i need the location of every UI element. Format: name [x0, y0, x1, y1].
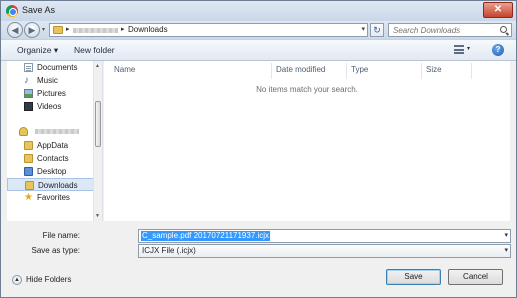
sidebar-item-appdata[interactable]: AppData: [7, 139, 94, 152]
new-folder-button[interactable]: New folder: [74, 45, 115, 55]
back-button[interactable]: ◀: [7, 22, 23, 38]
save-button[interactable]: Save: [386, 269, 441, 285]
column-header-type[interactable]: Type: [347, 63, 422, 79]
navigation-bar: ◀ ▶ ▾ ▸ ▸ Downloads ▾ ↻: [1, 21, 516, 39]
sidebar-item-pictures[interactable]: Pictures: [7, 87, 94, 100]
sidebar-item-contacts[interactable]: Contacts: [7, 152, 94, 165]
window-title: Save As: [22, 5, 56, 15]
desktop-icon: [24, 167, 33, 176]
column-header-size[interactable]: Size: [422, 63, 472, 79]
file-name-value[interactable]: C_sample.pdf 20170721171937.icjx: [141, 231, 271, 241]
chrome-app-icon: [6, 5, 18, 17]
column-header-date-modified[interactable]: Date modified: [272, 63, 347, 79]
close-button[interactable]: ✕: [483, 2, 513, 18]
dialog-footer: ▲ Hide Folders Save Cancel: [1, 263, 516, 297]
file-name-label: File name:: [42, 231, 80, 240]
navigation-pane: Documents ♪ Music Pictures Videos AppDat…: [7, 61, 103, 221]
search-icon[interactable]: [500, 26, 507, 33]
refresh-button[interactable]: ↻: [370, 23, 384, 37]
save-form: File name: C_sample.pdf 20170721171937.i…: [1, 221, 516, 261]
organize-button[interactable]: Organize ▾: [17, 45, 58, 56]
folder-icon: [24, 141, 33, 150]
redacted-breadcrumb[interactable]: [73, 28, 118, 33]
cancel-button[interactable]: Cancel: [448, 269, 503, 285]
redacted-username: [35, 129, 79, 134]
search-input[interactable]: [393, 24, 497, 36]
view-options-icon[interactable]: [454, 45, 464, 54]
empty-results-message: No items match your search.: [256, 85, 358, 94]
hide-folders-label[interactable]: Hide Folders: [26, 275, 71, 284]
file-list-pane[interactable]: Name Date modified Type Size No items ma…: [104, 61, 510, 221]
title-bar: Save As ✕: [1, 1, 516, 21]
collapse-icon[interactable]: ▲: [12, 275, 22, 285]
downloads-icon: [25, 181, 34, 190]
sidebar-item-music[interactable]: ♪ Music: [7, 74, 94, 87]
file-name-field[interactable]: C_sample.pdf 20170721171937.icjx ▾: [138, 229, 511, 243]
navigation-scrollbar[interactable]: ▲ ▼: [93, 61, 102, 221]
recent-locations-dropdown[interactable]: ▾: [42, 26, 49, 34]
scroll-up-icon[interactable]: ▲: [95, 63, 100, 69]
favorites-icon: ★: [24, 192, 33, 203]
forward-button[interactable]: ▶: [24, 22, 40, 38]
sidebar-item-videos[interactable]: Videos: [7, 100, 94, 113]
folder-icon: [53, 26, 63, 34]
breadcrumb-separator[interactable]: ▸: [121, 25, 125, 33]
document-icon: [24, 63, 33, 72]
view-dropdown-icon[interactable]: ▾: [467, 45, 470, 52]
videos-icon: [24, 102, 33, 111]
file-name-dropdown-icon[interactable]: ▾: [504, 231, 508, 239]
save-type-dropdown-icon[interactable]: ▾: [504, 245, 508, 257]
contacts-icon: [24, 154, 33, 163]
sidebar-item-downloads[interactable]: Downloads: [7, 178, 94, 191]
sidebar-item-favorites[interactable]: ★ Favorites: [7, 191, 94, 204]
save-as-dialog: Save As ✕ ◀ ▶ ▾ ▸ ▸ Downloads ▾ ↻ Organi…: [0, 0, 517, 298]
search-box[interactable]: [388, 23, 512, 37]
pictures-icon: [24, 89, 33, 98]
scrollbar-thumb[interactable]: [95, 101, 101, 147]
help-icon[interactable]: ?: [492, 44, 504, 56]
save-type-select[interactable]: ICJX File (.icjx) ▾: [138, 244, 511, 258]
breadcrumb-downloads[interactable]: Downloads: [128, 25, 168, 34]
command-toolbar: Organize ▾ New folder ▾ ?: [1, 39, 516, 61]
sidebar-item-user[interactable]: [7, 125, 94, 138]
save-type-label: Save as type:: [31, 246, 80, 255]
address-bar[interactable]: ▸ ▸ Downloads ▾: [49, 23, 368, 37]
breadcrumb-separator[interactable]: ▸: [66, 25, 70, 33]
save-type-value[interactable]: ICJX File (.icjx): [142, 246, 196, 255]
user-folder-icon: [19, 127, 28, 136]
sidebar-item-documents[interactable]: Documents: [7, 61, 94, 74]
sidebar-item-desktop[interactable]: Desktop: [7, 165, 94, 178]
column-header-name[interactable]: Name: [104, 63, 272, 79]
address-dropdown-icon[interactable]: ▾: [361, 25, 365, 33]
scroll-down-icon[interactable]: ▼: [95, 213, 100, 219]
music-icon: ♪: [24, 75, 29, 86]
